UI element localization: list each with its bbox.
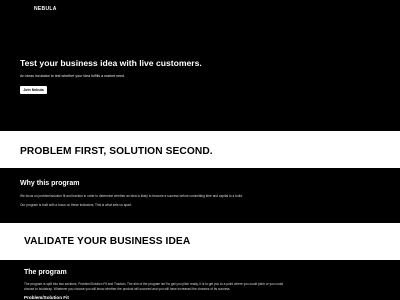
- hero-section: NEBULA Test your business idea with live…: [0, 0, 400, 131]
- why-program-heading: Why this program: [20, 180, 80, 187]
- brand-logo[interactable]: NEBULA: [34, 6, 57, 12]
- landing-page: NEBULA Test your business idea with live…: [0, 0, 400, 300]
- validate-idea-heading: VALIDATE YOUR BUSINESS IDEA: [24, 236, 191, 247]
- why-program-paragraph: Our program is built with a focus on the…: [20, 203, 132, 207]
- program-paragraph: The program is split into two sections, …: [24, 282, 284, 286]
- hero-title: Test your business idea with live custom…: [20, 58, 202, 68]
- join-nebula-button[interactable]: Join Nebula: [20, 86, 47, 94]
- program-section: The program The program is split into tw…: [0, 260, 400, 300]
- why-program-paragraph: We focus on problem/solution fit and tra…: [20, 194, 243, 198]
- program-heading: The program: [24, 269, 67, 276]
- program-subheading: Problem/Solution Fit: [24, 295, 69, 300]
- why-program-section: Why this program We focus on problem/sol…: [0, 168, 400, 223]
- problem-first-heading: PROBLEM FIRST, SOLUTION SECOND.: [20, 146, 213, 157]
- problem-first-band: PROBLEM FIRST, SOLUTION SECOND.: [0, 131, 400, 168]
- hero-subtitle: An ideas incubator to test whether your …: [20, 74, 126, 78]
- program-paragraph: choose to bootstrap. Whatever you choose…: [24, 287, 231, 291]
- validate-idea-band: VALIDATE YOUR BUSINESS IDEA: [0, 223, 400, 260]
